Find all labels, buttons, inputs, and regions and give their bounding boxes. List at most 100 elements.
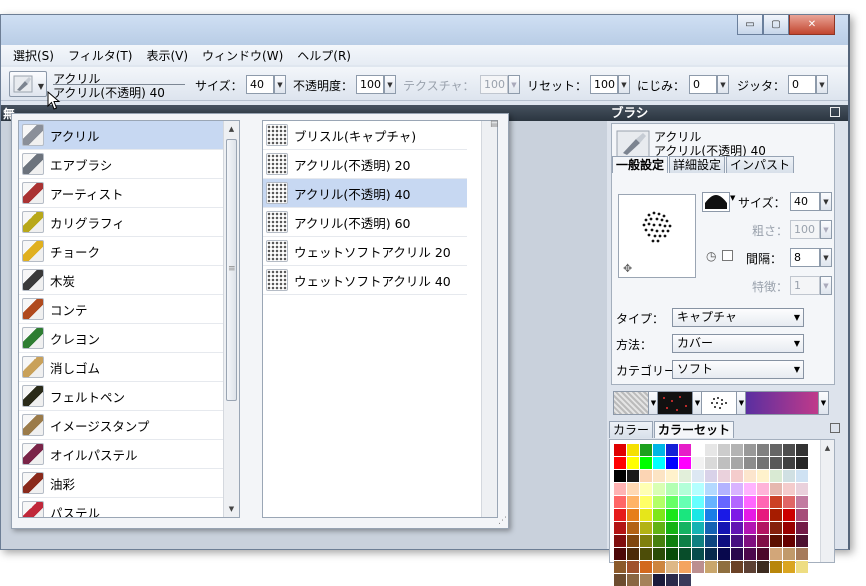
color-swatch[interactable] <box>705 509 717 521</box>
color-swatch[interactable] <box>705 535 717 547</box>
color-swatch[interactable] <box>666 457 678 469</box>
color-swatch[interactable] <box>757 457 769 469</box>
color-swatch[interactable] <box>692 483 704 495</box>
color-swatch[interactable] <box>757 561 769 573</box>
category-item[interactable]: カリグラフィ <box>19 208 223 237</box>
pattern-button[interactable] <box>657 391 693 415</box>
color-swatch[interactable] <box>718 535 730 547</box>
color-swatch[interactable] <box>705 457 717 469</box>
maximize-button[interactable]: ▢ <box>763 15 789 35</box>
category-item[interactable]: アーティスト <box>19 179 223 208</box>
color-swatch[interactable] <box>627 509 639 521</box>
color-swatch[interactable] <box>653 522 665 534</box>
color-swatch[interactable] <box>783 457 795 469</box>
color-swatch[interactable] <box>692 561 704 573</box>
color-swatch[interactable] <box>640 444 652 456</box>
panel-menu-icon[interactable] <box>830 107 840 117</box>
color-swatch[interactable] <box>770 561 782 573</box>
panel-size-field[interactable]: 40 <box>790 192 820 211</box>
color-swatch[interactable] <box>783 496 795 508</box>
color-swatch[interactable] <box>614 496 626 508</box>
color-swatch[interactable] <box>666 470 678 482</box>
color-swatch[interactable] <box>640 470 652 482</box>
color-swatch[interactable] <box>770 496 782 508</box>
panel-spacing-dropdown[interactable]: ▼ <box>820 248 832 267</box>
color-swatch[interactable] <box>614 561 626 573</box>
color-swatch[interactable] <box>731 535 743 547</box>
color-swatch[interactable] <box>640 483 652 495</box>
color-swatch[interactable] <box>614 509 626 521</box>
size-field[interactable]: 40 <box>246 75 274 94</box>
size-dropdown[interactable]: ▼ <box>274 75 286 94</box>
color-swatch[interactable] <box>679 483 691 495</box>
spacing-checkbox[interactable] <box>722 250 733 261</box>
color-swatch[interactable] <box>640 561 652 573</box>
color-swatch[interactable] <box>796 522 808 534</box>
color-swatch[interactable] <box>757 535 769 547</box>
color-swatch[interactable] <box>666 509 678 521</box>
variant-item[interactable]: ウェットソフトアクリル 40 <box>263 266 467 295</box>
color-swatch[interactable] <box>679 561 691 573</box>
color-swatch[interactable] <box>744 483 756 495</box>
color-swatch[interactable] <box>731 522 743 534</box>
color-swatch[interactable] <box>692 522 704 534</box>
color-swatch[interactable] <box>744 496 756 508</box>
color-swatch[interactable] <box>679 509 691 521</box>
color-swatch[interactable] <box>731 509 743 521</box>
color-swatch[interactable] <box>731 561 743 573</box>
color-swatch[interactable] <box>640 509 652 521</box>
nozzle-button[interactable] <box>701 391 737 415</box>
color-swatch[interactable] <box>679 496 691 508</box>
category-item[interactable]: 消しゴム <box>19 353 223 382</box>
color-swatch[interactable] <box>666 574 678 586</box>
bleed-dropdown[interactable]: ▼ <box>717 75 729 94</box>
variant-item[interactable]: アクリル(不透明) 40 <box>263 179 467 208</box>
menu-window[interactable]: ウィンドウ(W) <box>202 47 283 64</box>
color-swatch[interactable] <box>666 444 678 456</box>
menu-filter[interactable]: フィルタ(T) <box>68 47 132 64</box>
variant-scrollbar[interactable] <box>481 121 497 517</box>
color-swatch[interactable] <box>796 535 808 547</box>
menu-view[interactable]: 表示(V) <box>146 47 188 64</box>
color-swatch[interactable] <box>653 444 665 456</box>
color-swatch[interactable] <box>692 535 704 547</box>
color-swatch[interactable] <box>679 457 691 469</box>
color-swatch[interactable] <box>718 470 730 482</box>
color-swatch[interactable] <box>757 470 769 482</box>
color-swatch[interactable] <box>614 535 626 547</box>
category-select[interactable]: ソフト ▼ <box>672 360 804 379</box>
color-swatch[interactable] <box>757 496 769 508</box>
color-swatch[interactable] <box>666 561 678 573</box>
color-swatch[interactable] <box>666 496 678 508</box>
color-swatch[interactable] <box>783 483 795 495</box>
color-swatch[interactable] <box>640 496 652 508</box>
paper-texture-button[interactable] <box>613 391 649 415</box>
panel-spacing-field[interactable]: 8 <box>790 248 820 267</box>
color-swatch[interactable] <box>744 457 756 469</box>
color-swatch[interactable] <box>770 470 782 482</box>
color-swatch[interactable] <box>757 522 769 534</box>
minimize-button[interactable]: ▭ <box>737 15 763 35</box>
reset-dropdown[interactable]: ▼ <box>618 75 630 94</box>
tab-color-set[interactable]: カラーセット <box>654 421 735 438</box>
tab-color[interactable]: カラー <box>609 421 654 438</box>
color-swatch[interactable] <box>653 496 665 508</box>
color-swatch[interactable] <box>627 470 639 482</box>
chevron-down-icon[interactable]: ▼ <box>730 194 735 202</box>
color-swatch[interactable] <box>627 561 639 573</box>
panel-size-dropdown[interactable]: ▼ <box>820 192 832 211</box>
color-swatch[interactable] <box>705 522 717 534</box>
color-swatch[interactable] <box>770 457 782 469</box>
gradient-button[interactable] <box>745 391 819 415</box>
color-swatch[interactable] <box>692 457 704 469</box>
color-swatch[interactable] <box>653 535 665 547</box>
color-swatch[interactable] <box>679 574 691 586</box>
color-swatch[interactable] <box>796 457 808 469</box>
color-swatch[interactable] <box>640 457 652 469</box>
jitter-field[interactable]: 0 <box>788 75 816 94</box>
chevron-down-icon[interactable]: ▼ <box>819 391 829 415</box>
color-swatch[interactable] <box>653 483 665 495</box>
color-swatch[interactable] <box>783 509 795 521</box>
color-swatch[interactable] <box>705 470 717 482</box>
category-item[interactable]: クレヨン <box>19 324 223 353</box>
